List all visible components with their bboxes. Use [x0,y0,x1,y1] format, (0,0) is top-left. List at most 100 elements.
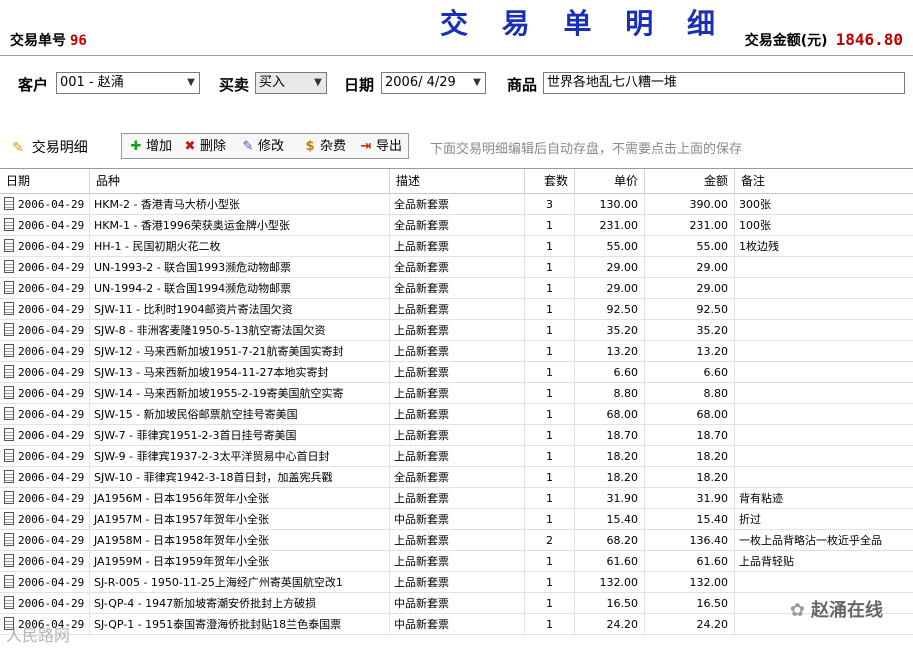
export-button[interactable]: ⇥ 导出 [358,137,402,157]
cell-amount[interactable]: 18.20 [645,467,735,488]
cell-quantity[interactable]: 1 [525,362,575,383]
table-row[interactable]: 2006-04-29 SJW-9 - 菲律宾1937-2-3太平洋贸易中心首日封 上… [0,446,913,467]
cell-description[interactable]: 上品新套票 [390,362,525,383]
cell-remark[interactable] [735,341,913,362]
cell-remark[interactable]: 一枚上品背略沾一枚近乎全品 [735,530,913,551]
cell-unit-price[interactable]: 61.60 [575,551,645,572]
cell-item[interactable]: JA1956M - 日本1956年贺年小全张 [90,488,390,509]
cell-unit-price[interactable]: 15.40 [575,509,645,530]
cell-description[interactable]: 上品新套票 [390,320,525,341]
cell-quantity[interactable]: 1 [525,446,575,467]
cell-quantity[interactable]: 1 [525,467,575,488]
cell-date[interactable]: 2006-04-29 [0,236,90,257]
cell-item[interactable]: SJW-13 - 马来西新加坡1954-11-27本地实寄封 [90,362,390,383]
cell-description[interactable]: 全品新套票 [390,467,525,488]
cell-unit-price[interactable]: 29.00 [575,257,645,278]
cell-item[interactable]: HH-1 - 民国初期火花二枚 [90,236,390,257]
cell-description[interactable]: 上品新套票 [390,530,525,551]
cell-amount[interactable]: 29.00 [645,278,735,299]
cell-quantity[interactable]: 1 [525,320,575,341]
column-header-remark[interactable]: 备注 [735,169,913,194]
column-header-quantity[interactable]: 套数 [525,169,575,194]
cell-item[interactable]: HKM-2 - 香港青马大桥小型张 [90,194,390,215]
cell-amount[interactable]: 31.90 [645,488,735,509]
cell-unit-price[interactable]: 8.80 [575,383,645,404]
table-row[interactable]: 2006-04-29 SJW-15 - 新加坡民俗邮票航空挂号寄美国 上品新套票 1 6… [0,404,913,425]
cell-description[interactable]: 上品新套票 [390,446,525,467]
cell-amount[interactable]: 6.60 [645,362,735,383]
cell-amount[interactable]: 92.50 [645,299,735,320]
cell-remark[interactable] [735,572,913,593]
cell-description[interactable]: 上品新套票 [390,299,525,320]
cell-remark[interactable] [735,404,913,425]
chevron-down-icon[interactable]: ▼ [310,73,326,93]
cell-amount[interactable]: 68.00 [645,404,735,425]
table-row[interactable]: 2006-04-29 SJ-R-005 - 1950-11-25上海经广州寄英国航… [0,572,913,593]
cell-description[interactable]: 全品新套票 [390,215,525,236]
cell-unit-price[interactable]: 24.20 [575,614,645,635]
edit-button[interactable]: ✎ 修改 [240,137,284,157]
table-row[interactable]: 2006-04-29 SJW-14 - 马来西新加坡1955-2-19寄美国航空实… [0,383,913,404]
table-row[interactable]: 2006-04-29 JA1959M - 日本1959年贺年小全张 上品新套票 1 61… [0,551,913,572]
cell-remark[interactable] [735,467,913,488]
cell-description[interactable]: 上品新套票 [390,572,525,593]
table-row[interactable]: 2006-04-29 HH-1 - 民国初期火花二枚 上品新套票 1 55.00 55.0… [0,236,913,257]
cell-amount[interactable]: 390.00 [645,194,735,215]
cell-quantity[interactable]: 1 [525,551,575,572]
cell-remark[interactable] [735,425,913,446]
cell-amount[interactable]: 132.00 [645,572,735,593]
cell-date[interactable]: 2006-04-29 [0,446,90,467]
table-row[interactable]: 2006-04-29 SJW-13 - 马来西新加坡1954-11-27本地实寄封… [0,362,913,383]
cell-remark[interactable] [735,383,913,404]
table-row[interactable]: 2006-04-29 UN-1994-2 - 联合国1994濒危动物邮票 全品新套票… [0,278,913,299]
cell-remark[interactable]: 1枚边残 [735,236,913,257]
cell-description[interactable]: 上品新套票 [390,341,525,362]
cell-unit-price[interactable]: 231.00 [575,215,645,236]
table-row[interactable]: 2006-04-29 SJW-8 - 非洲客麦隆1950-5-13航空寄法国欠资 上… [0,320,913,341]
cell-quantity[interactable]: 2 [525,530,575,551]
cell-unit-price[interactable]: 29.00 [575,278,645,299]
column-header-description[interactable]: 描述 [390,169,525,194]
chevron-down-icon[interactable]: ▼ [183,73,199,93]
cell-date[interactable]: 2006-04-29 [0,425,90,446]
cell-date[interactable]: 2006-04-29 [0,383,90,404]
cell-description[interactable]: 中品新套票 [390,593,525,614]
cell-remark[interactable] [735,320,913,341]
cell-unit-price[interactable]: 18.70 [575,425,645,446]
cell-amount[interactable]: 61.60 [645,551,735,572]
table-row[interactable]: 2006-04-29 HKM-1 - 香港1996荣获奥运金牌小型张 全品新套票 1 2… [0,215,913,236]
cell-date[interactable]: 2006-04-29 [0,320,90,341]
cell-description[interactable]: 上品新套票 [390,551,525,572]
cell-item[interactable]: SJW-7 - 菲律宾1951-2-3首日挂号寄美国 [90,425,390,446]
cell-quantity[interactable]: 1 [525,572,575,593]
table-row[interactable]: 2006-04-29 HKM-2 - 香港青马大桥小型张 全品新套票 3 130.00 3… [0,194,913,215]
cell-remark[interactable]: 100张 [735,215,913,236]
cell-quantity[interactable]: 1 [525,278,575,299]
cell-amount[interactable]: 8.80 [645,383,735,404]
cell-unit-price[interactable]: 132.00 [575,572,645,593]
chevron-down-icon[interactable]: ▼ [469,73,485,93]
cell-date[interactable]: 2006-04-29 [0,488,90,509]
cell-date[interactable]: 2006-04-29 [0,299,90,320]
cell-item[interactable]: SJW-12 - 马来西新加坡1951-7-21航寄美国实寄封 [90,341,390,362]
customer-select[interactable]: 001 - 赵涌 ▼ [56,72,200,94]
cell-remark[interactable] [735,362,913,383]
cell-date[interactable]: 2006-04-29 [0,341,90,362]
table-row[interactable]: 2006-04-29 UN-1993-2 - 联合国1993濒危动物邮票 全品新套票… [0,257,913,278]
add-button[interactable]: ✚ 增加 [128,137,172,157]
cell-item[interactable]: SJW-15 - 新加坡民俗邮票航空挂号寄美国 [90,404,390,425]
cell-amount[interactable]: 24.20 [645,614,735,635]
cell-amount[interactable]: 35.20 [645,320,735,341]
cell-item[interactable]: JA1959M - 日本1959年贺年小全张 [90,551,390,572]
cell-description[interactable]: 中品新套票 [390,509,525,530]
cell-unit-price[interactable]: 6.60 [575,362,645,383]
cell-amount[interactable]: 15.40 [645,509,735,530]
fees-button[interactable]: $ 杂费 [302,137,346,157]
cell-description[interactable]: 全品新套票 [390,278,525,299]
cell-remark[interactable]: 上品背轻贴 [735,551,913,572]
cell-unit-price[interactable]: 13.20 [575,341,645,362]
cell-quantity[interactable]: 1 [525,593,575,614]
table-row[interactable]: 2006-04-29 JA1956M - 日本1956年贺年小全张 上品新套票 1 31… [0,488,913,509]
cell-description[interactable]: 中品新套票 [390,614,525,635]
table-row[interactable]: 2006-04-29 JA1957M - 日本1957年贺年小全张 中品新套票 1 15… [0,509,913,530]
